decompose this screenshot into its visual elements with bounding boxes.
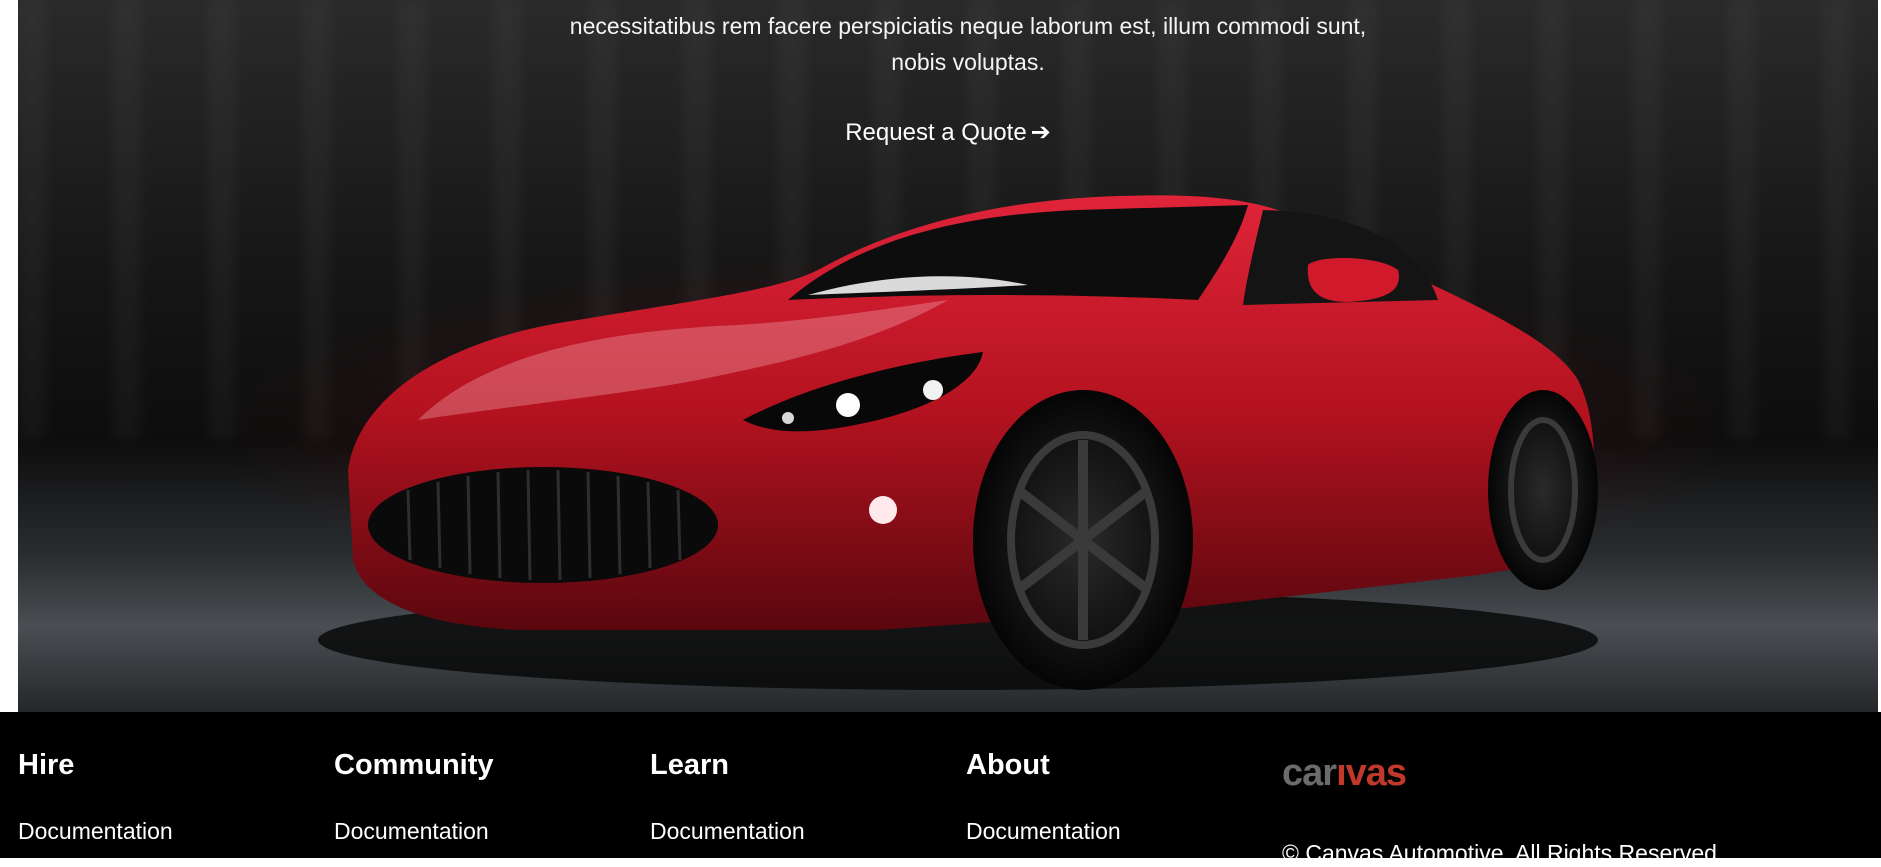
car-image [318,195,1598,690]
footer-link-documentation[interactable]: Documentation [966,818,1121,845]
canvas-logo[interactable]: carıvas [1282,752,1407,795]
logo-part: ıvas [1336,752,1407,794]
footer-column-title: Hire [18,749,75,781]
footer-column-title: Community [334,749,494,781]
footer-link-documentation[interactable]: Documentation [18,818,173,845]
copyright-text: © Canvas Automotive. All Rights Reserved… [1282,840,1724,866]
footer-link-documentation[interactable]: Documentation [334,818,489,845]
logo-part: car [1282,752,1337,794]
footer-column-community: Community [334,748,494,782]
footer-column-hire: Hire [18,748,74,782]
footer-column-title: About [966,749,1050,781]
hero-description: necessitatibus rem facere perspiciatis n… [569,13,1367,75]
arrow-right-icon: ➔ [1030,119,1051,146]
footer-link-documentation[interactable]: Documentation [650,818,805,845]
footer-column-title: Learn [650,749,729,781]
footer: Hire Community Learn About Documentation… [0,712,1881,866]
request-quote-label: Request a Quote [845,119,1027,146]
footer-column-learn: Learn [650,748,729,782]
hero-section: necessitatibus rem facere perspiciatis n… [18,0,1878,712]
footer-column-about: About [966,748,1050,782]
request-quote-link[interactable]: Request a Quote ➔ [18,118,1878,147]
